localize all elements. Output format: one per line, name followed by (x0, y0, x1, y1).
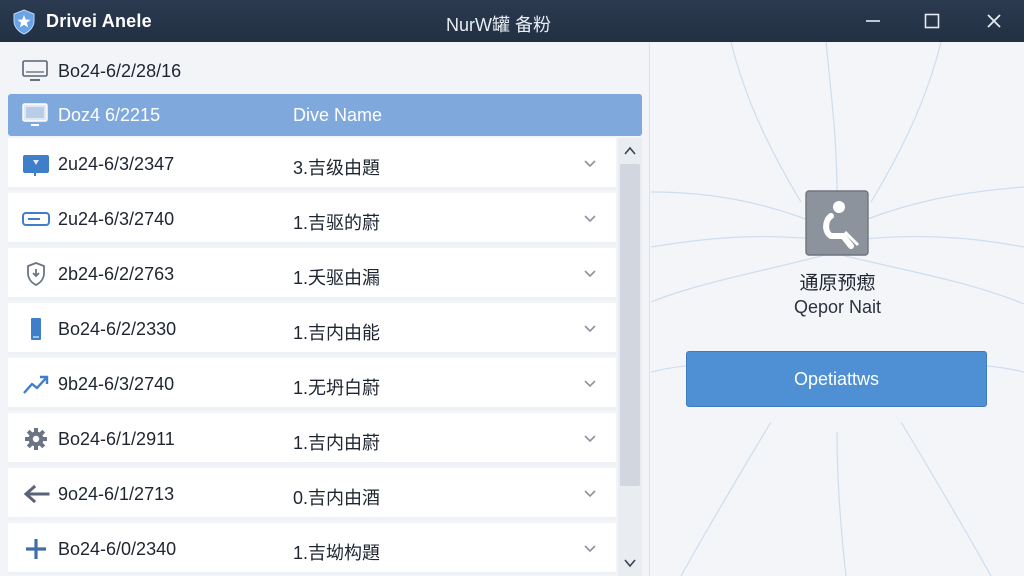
row-name: 0.吉内由酒 (293, 488, 381, 508)
device-detail-pane: 通原预瘛 Qepor Nait Opetiattws (651, 42, 1024, 576)
options-button[interactable]: Opetiattws (686, 351, 987, 407)
list-item[interactable]: Bo24-6/0/2340 1.吉坳构題 (8, 523, 616, 575)
selected-date: Doz4 6/2215 (58, 105, 161, 125)
minimize-button[interactable] (844, 0, 902, 42)
row-name: 3.吉级由題 (293, 158, 381, 178)
row-date: 2b24-6/2/2763 (58, 264, 175, 284)
maximize-icon (924, 13, 940, 29)
close-button[interactable] (965, 0, 1023, 42)
row-name: 1.夭驱由漏 (293, 268, 381, 288)
download-shield-icon (27, 262, 45, 287)
window-center-title: NurW罐 备粉 (446, 15, 551, 35)
list-item[interactable]: 2u24-6/3/2347 3.吉级由題 (8, 138, 616, 190)
row-name: 1.吉内由蔚 (293, 433, 381, 453)
gear-icon (25, 428, 47, 450)
close-icon (987, 14, 1001, 28)
row-name: 1.吉坳构題 (293, 543, 381, 563)
chevron-down-icon[interactable] (582, 156, 598, 172)
list-item[interactable]: 2u24-6/3/2740 1.吉驱的蔚 (8, 193, 616, 245)
row-date: Bo24-6/2/2330 (58, 319, 177, 339)
device-subtitle: Qepor Nait (793, 297, 882, 317)
row-date: Bo24-6/0/2340 (58, 539, 177, 559)
chevron-down-icon[interactable] (582, 486, 598, 502)
list-scrollbar[interactable] (618, 138, 642, 576)
usb-stick-icon (31, 318, 41, 340)
row-date: 9b24-6/3/2740 (58, 374, 175, 394)
list-item[interactable]: Bo24-6/1/2911 1.吉内由蔚 (8, 413, 616, 465)
drive-icon (22, 212, 50, 226)
arrow-left-icon (23, 484, 50, 504)
list-item[interactable]: 9b24-6/3/2740 1.无坍白蔚 (8, 358, 616, 410)
chevron-down-icon[interactable] (582, 541, 598, 557)
selected-drive-row[interactable]: Doz4 6/2215 Dive Name (8, 94, 642, 136)
chevron-down-icon[interactable] (582, 211, 598, 227)
folder-icon (23, 155, 49, 176)
scrollbar-thumb[interactable] (620, 164, 640, 486)
header-date: Bo24-6/2/28/16 (58, 61, 182, 81)
minimize-icon (866, 20, 880, 22)
list-item[interactable]: Bo24-6/2/2330 1.吉内由能 (8, 303, 616, 355)
app-title: Drivei Anele (46, 11, 152, 31)
chevron-down-icon[interactable] (582, 376, 598, 392)
row-date: 9o24-6/1/2713 (58, 484, 175, 504)
chevron-down-icon[interactable] (582, 321, 598, 337)
monitor-icon (22, 60, 48, 81)
chevron-down-icon[interactable] (582, 266, 598, 282)
row-name: 1.吉内由能 (293, 323, 381, 343)
monitor-icon (22, 103, 48, 126)
device-person-icon (805, 190, 869, 256)
row-date: 2u24-6/3/2347 (58, 154, 175, 174)
drive-list-pane: Bo24-6/2/28/16 Doz4 6/2215 Dive Name 2u2… (0, 42, 650, 576)
scroll-up-icon[interactable] (622, 144, 638, 158)
chevron-down-icon[interactable] (582, 431, 598, 447)
drive-list: 2u24-6/3/2347 3.吉级由題 2u24-6/3/2740 1.吉驱的… (8, 138, 616, 576)
shield-star-icon (13, 9, 35, 35)
trend-icon (23, 375, 49, 394)
list-item[interactable]: 9o24-6/1/2713 0.吉内由酒 (8, 468, 616, 520)
plus-icon (26, 539, 46, 559)
device-title: 通原预瘛 (799, 273, 876, 294)
maximize-button[interactable] (903, 0, 961, 42)
row-name: 1.无坍白蔚 (293, 378, 381, 398)
row-name: 1.吉驱的蔚 (293, 213, 381, 233)
list-header-row[interactable]: Bo24-6/2/28/16 (8, 48, 642, 94)
title-bar: Drivei Anele NurW罐 备粉 (0, 0, 1024, 42)
app-window: Drivei Anele NurW罐 备粉 Bo24-6/2/28/16 Doz… (0, 0, 1024, 576)
drive-name-column-label: Dive Name (293, 105, 383, 125)
scroll-down-icon[interactable] (622, 556, 638, 570)
row-date: Bo24-6/1/2911 (58, 429, 175, 449)
row-date: 2u24-6/3/2740 (58, 209, 175, 229)
list-item[interactable]: 2b24-6/2/2763 1.夭驱由漏 (8, 248, 616, 300)
